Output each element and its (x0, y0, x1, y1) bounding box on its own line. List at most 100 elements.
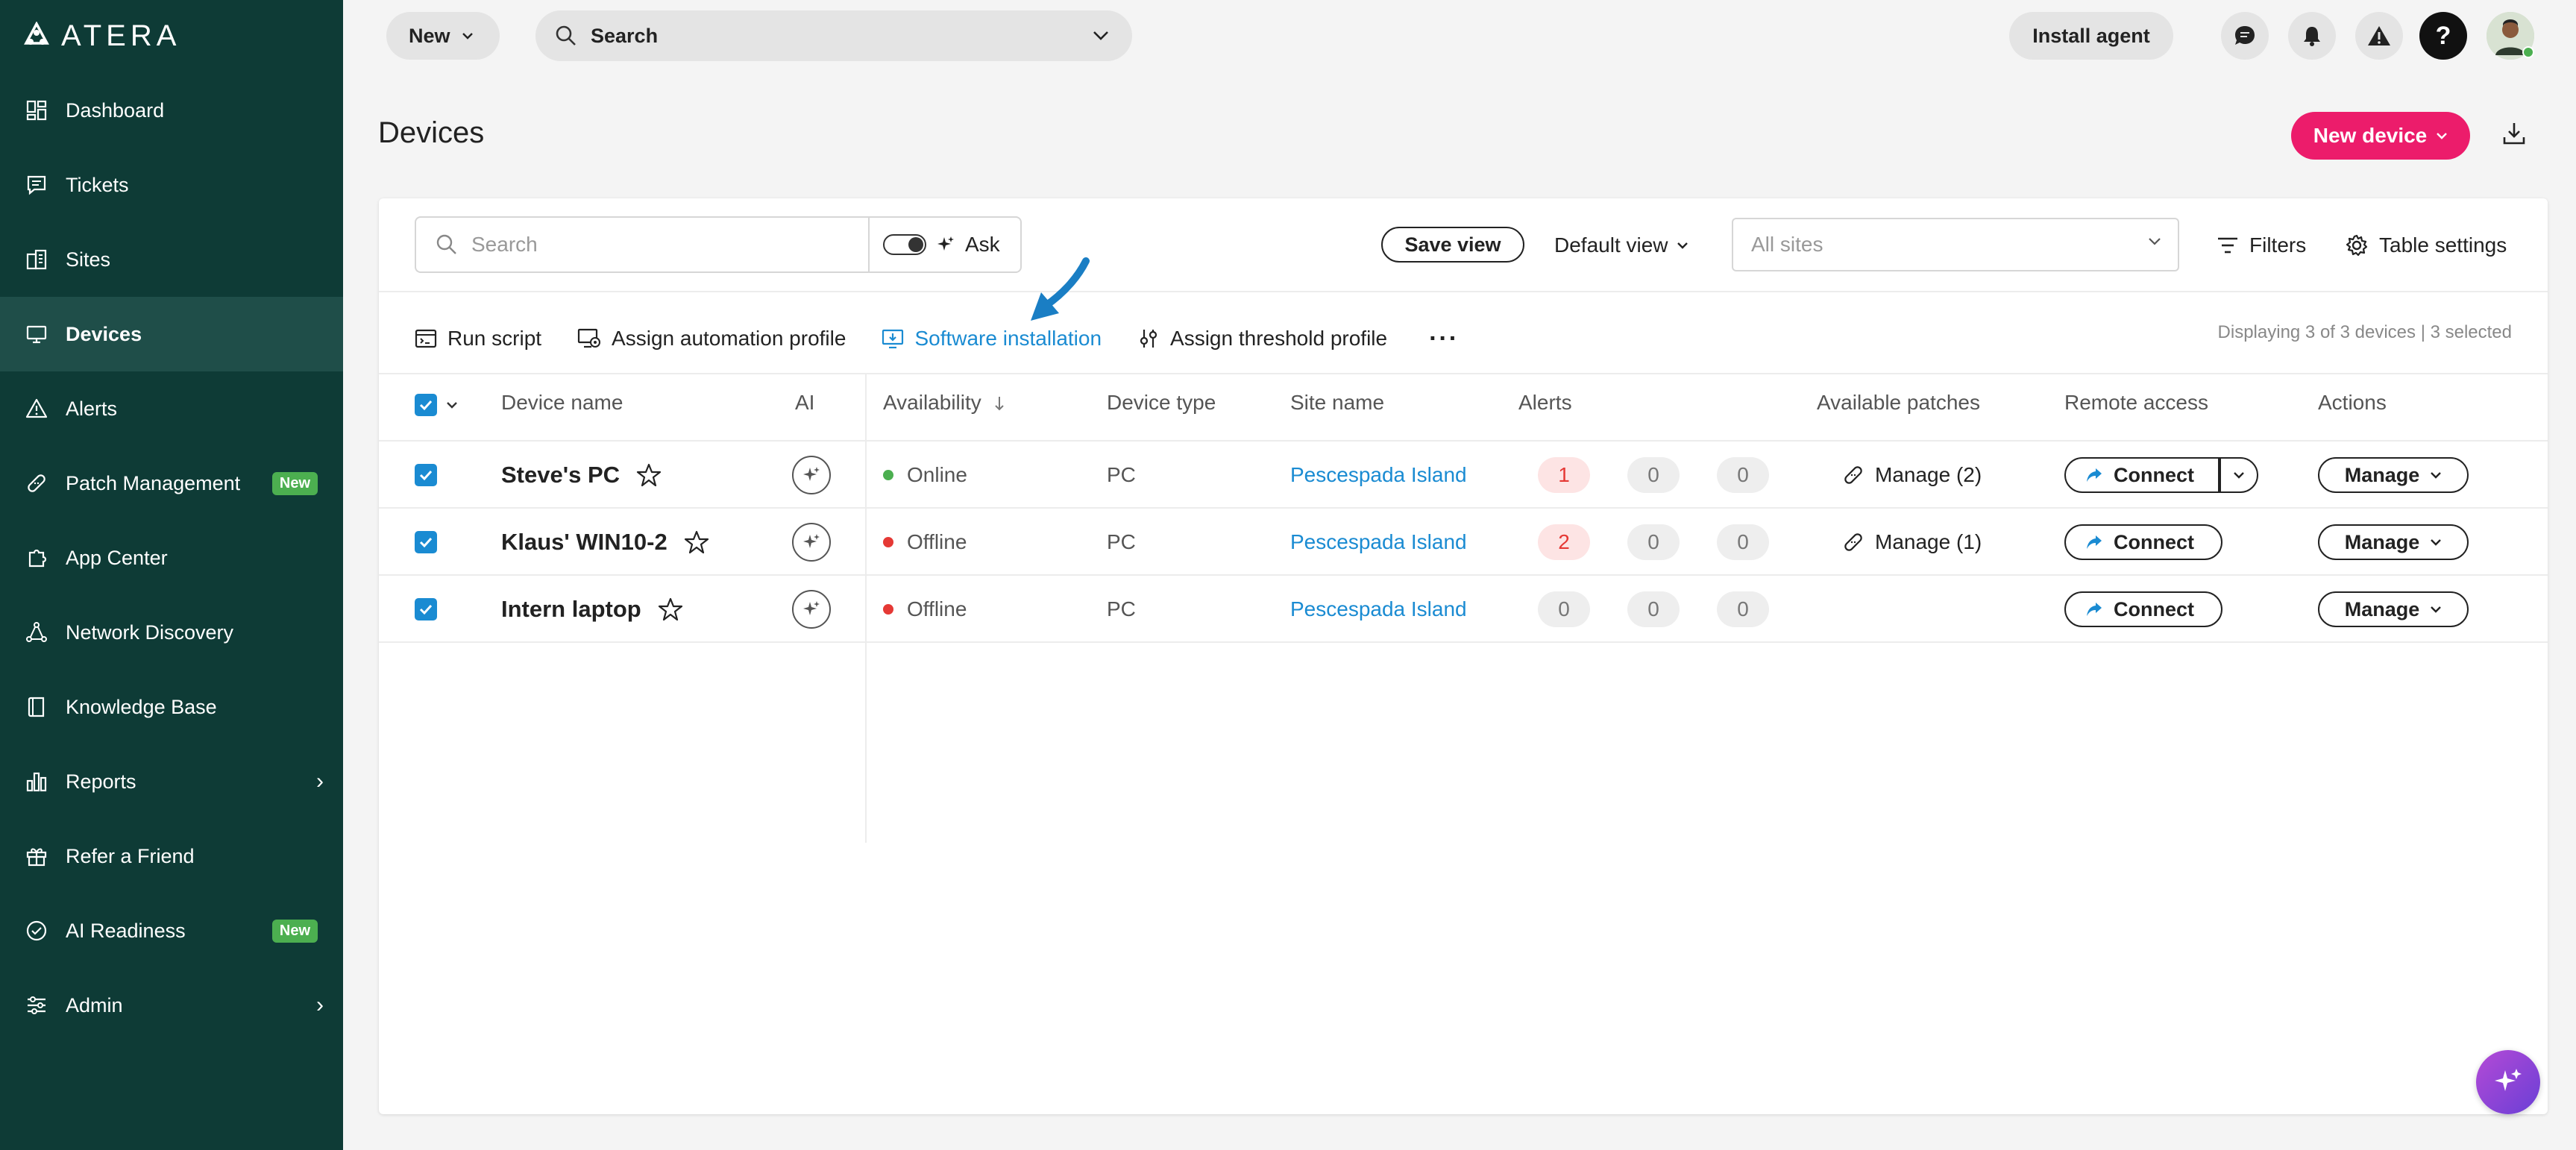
row-checkbox[interactable] (415, 531, 437, 553)
sidebar-item-tickets[interactable]: Tickets (0, 148, 343, 222)
download-button[interactable] (2501, 121, 2527, 150)
sites-select[interactable]: All sites (1732, 218, 2179, 271)
more-actions-button[interactable]: ··· (1429, 324, 1459, 354)
default-view-label: Default view (1554, 233, 1668, 257)
connect-button[interactable]: Connect (2064, 524, 2222, 560)
new-button[interactable]: New (386, 12, 500, 60)
sidebar-item-app-center[interactable]: App Center (0, 521, 343, 595)
threshold-icon (1140, 330, 1157, 348)
manage-patches-link[interactable]: Manage (2) (1842, 442, 1982, 509)
alerts-button[interactable] (2355, 12, 2403, 60)
alert-count-pill[interactable]: 2 (1538, 524, 1590, 560)
column-header-available-patches[interactable]: Available patches (1817, 391, 1980, 415)
site-name-link[interactable]: Pescespada Island (1290, 442, 1467, 509)
select-all-checkbox[interactable] (415, 394, 437, 416)
manage-patches-label: Manage (2) (1875, 463, 1982, 486)
connect-dropdown-button[interactable] (2220, 457, 2258, 493)
run-script-label: Run script (447, 327, 542, 350)
gear-icon (2346, 234, 2368, 257)
install-agent-button[interactable]: Install agent (2009, 12, 2173, 60)
site-name-link[interactable]: Pescespada Island (1290, 509, 1467, 576)
connect-button[interactable]: Connect (2064, 457, 2220, 493)
download-icon (2503, 123, 2525, 145)
sidebar-item-admin[interactable]: Admin › (0, 968, 343, 1043)
ai-action-button[interactable] (792, 590, 831, 629)
sidebar-item-sites[interactable]: Sites (0, 222, 343, 297)
connect-button[interactable]: Connect (2064, 591, 2222, 627)
remote-connect-icon (2087, 603, 2102, 616)
sidebar-item-ai-readiness[interactable]: AI Readiness New (0, 893, 343, 968)
ask-toggle[interactable]: Ask (868, 216, 1022, 273)
alert-count-pill[interactable]: 0 (1717, 591, 1769, 627)
table-row[interactable]: Intern laptop Offline PC Pescespada Isla… (379, 576, 2548, 643)
software-installation-button[interactable]: Software installation (882, 327, 1102, 351)
new-device-button[interactable]: New device (2291, 112, 2470, 160)
sidebar-item-refer-a-friend[interactable]: Refer a Friend (0, 819, 343, 893)
sidebar-item-dashboard[interactable]: Dashboard (0, 73, 343, 148)
ai-action-button[interactable] (792, 456, 831, 494)
ask-switch[interactable] (883, 234, 926, 255)
manage-patches-link[interactable]: Manage (1) (1842, 509, 1982, 576)
assign-automation-profile-button[interactable]: Assign automation profile (577, 327, 846, 351)
help-button[interactable]: ? (2419, 12, 2467, 60)
site-name-link[interactable]: Pescespada Island (1290, 576, 1467, 643)
alert-count-pill[interactable]: 0 (1627, 524, 1680, 560)
sidebar-item-knowledge-base[interactable]: Knowledge Base (0, 670, 343, 744)
table-settings-button[interactable]: Table settings (2345, 228, 2507, 263)
default-view-dropdown[interactable]: Default view (1554, 228, 1689, 263)
row-checkbox[interactable] (415, 598, 437, 620)
selection-summary: Displaying 3 of 3 devices | 3 selected (2217, 322, 2512, 342)
alert-count-pill[interactable]: 0 (1717, 524, 1769, 560)
sidebar-item-alerts[interactable]: Alerts (0, 371, 343, 446)
row-checkbox[interactable] (415, 464, 437, 486)
assign-threshold-profile-button[interactable]: Assign threshold profile (1137, 327, 1387, 351)
ai-action-button[interactable] (792, 523, 831, 562)
save-view-button[interactable]: Save view (1381, 227, 1524, 263)
atera-logo[interactable]: ATERA (22, 19, 180, 52)
connect-label: Connect (2114, 463, 2194, 486)
alert-count-pill[interactable]: 0 (1717, 457, 1769, 493)
notifications-button[interactable] (2288, 12, 2336, 60)
network-icon (24, 620, 49, 645)
sidebar-item-network-discovery[interactable]: Network Discovery (0, 595, 343, 670)
sort-down-icon[interactable] (993, 395, 1005, 412)
star-icon[interactable] (684, 530, 709, 554)
pointer-arrow-icon (1031, 257, 1090, 321)
manage-button[interactable]: Manage (2318, 524, 2469, 560)
column-header-device-type[interactable]: Device type (1107, 391, 1216, 415)
page-title: Devices (378, 116, 485, 149)
patch-icon (24, 471, 49, 496)
manage-label: Manage (2344, 530, 2420, 553)
column-header-device-name[interactable]: Device name (501, 391, 623, 415)
sidebar-item-patch-management[interactable]: Patch Management New (0, 446, 343, 521)
chat-button[interactable] (2221, 12, 2269, 60)
new-device-label: New device (2313, 124, 2428, 147)
device-name-cell: Intern laptop (501, 576, 683, 643)
global-search-bar[interactable]: Search (535, 10, 1132, 61)
filters-button[interactable]: Filters (2217, 228, 2306, 263)
avatar[interactable] (2487, 12, 2534, 60)
device-name-link[interactable]: Steve's PC (501, 462, 620, 488)
star-icon[interactable] (636, 463, 662, 487)
table-row[interactable]: Klaus' WIN10-2 Offline PC Pescespada Isl… (379, 509, 2548, 576)
alert-count-pill[interactable]: 0 (1627, 591, 1680, 627)
column-header-alerts[interactable]: Alerts (1518, 391, 1572, 415)
select-all[interactable] (415, 394, 458, 416)
run-script-button[interactable]: Run script (415, 327, 541, 351)
table-row[interactable]: Steve's PC Online PC Pescespada Island 1… (379, 442, 2548, 509)
manage-button[interactable]: Manage (2318, 457, 2469, 493)
star-icon[interactable] (658, 597, 683, 621)
alert-count-pill[interactable]: 0 (1627, 457, 1680, 493)
sidebar-item-devices[interactable]: Devices (0, 297, 343, 371)
device-name-link[interactable]: Intern laptop (501, 596, 641, 623)
ai-assistant-button[interactable] (2476, 1050, 2540, 1114)
device-search-input[interactable]: Search (415, 216, 870, 273)
device-name-link[interactable]: Klaus' WIN10-2 (501, 529, 667, 556)
column-header-site-name[interactable]: Site name (1290, 391, 1384, 415)
alert-count-pill[interactable]: 1 (1538, 457, 1590, 493)
alert-count-pill[interactable]: 0 (1538, 591, 1590, 627)
ai-readiness-icon (24, 918, 49, 943)
sidebar-item-reports[interactable]: Reports › (0, 744, 343, 819)
column-header-availability[interactable]: Availability (883, 391, 981, 415)
manage-button[interactable]: Manage (2318, 591, 2469, 627)
